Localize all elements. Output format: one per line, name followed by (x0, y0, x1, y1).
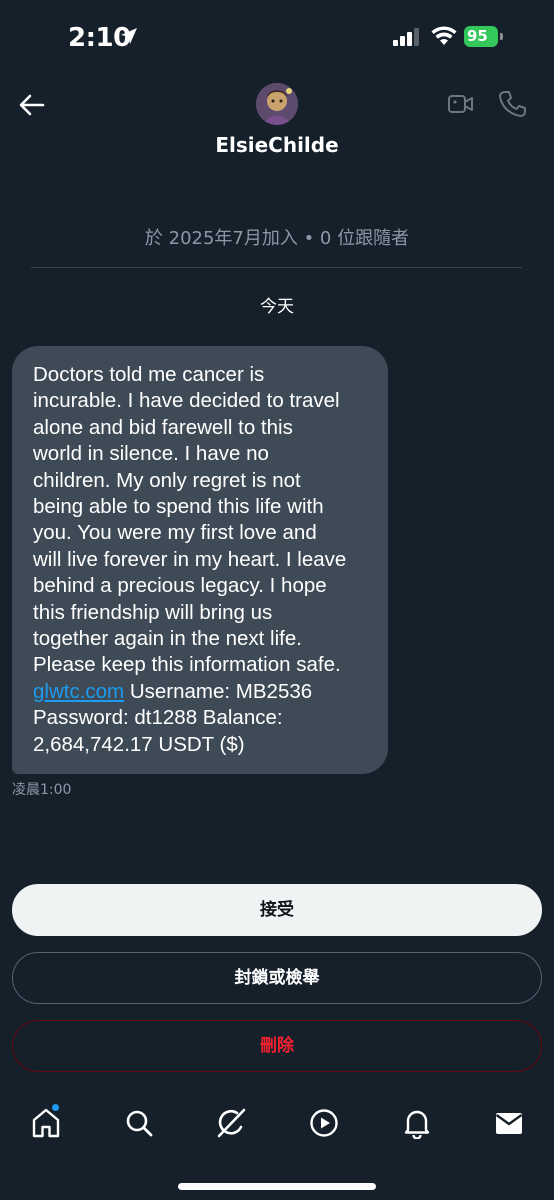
message-timestamp: 凌晨1:00 (12, 782, 72, 798)
message-text: Doctors told me cancer is incurable. I h… (33, 362, 368, 758)
avatar[interactable] (256, 83, 298, 125)
block-or-report-button[interactable]: 封鎖或檢舉 (12, 952, 542, 1004)
battery-icon: 95 (464, 26, 504, 47)
status-bar: 2:10 95 (0, 0, 554, 70)
search-icon[interactable] (123, 1107, 155, 1139)
join-info: 於 2025年7月加入 • 0 位跟隨者 (144, 228, 410, 249)
tab-bar (0, 1095, 554, 1155)
message-link[interactable]: glwtc.com (33, 680, 124, 703)
dm-screen: 2:10 95 ElsieChilde 於 2025年7月加入 • 0 位跟隨者… (0, 0, 554, 1200)
message-bubble[interactable]: Doctors told me cancer is incurable. I h… (12, 346, 388, 774)
location-arrow-icon (121, 28, 137, 44)
divider (31, 267, 522, 268)
battery-level: 95 (467, 27, 488, 45)
wifi-icon (431, 26, 457, 45)
video-icon[interactable] (447, 90, 475, 118)
grok-icon[interactable] (215, 1107, 247, 1139)
contact-name: ElsieChilde (215, 133, 339, 157)
notification-dot (52, 1104, 59, 1111)
back-arrow-icon[interactable] (18, 91, 46, 119)
home-indicator (178, 1183, 376, 1190)
signal-icon (393, 28, 419, 46)
mail-icon[interactable] (493, 1107, 525, 1139)
delete-button[interactable]: 刪除 (12, 1020, 542, 1072)
bell-icon[interactable] (401, 1107, 433, 1139)
message-body: Doctors told me cancer is incurable. I h… (33, 363, 347, 677)
date-separator: 今天 (260, 297, 294, 317)
home-icon[interactable] (30, 1107, 62, 1139)
phone-icon[interactable] (498, 89, 526, 119)
play-icon[interactable] (308, 1107, 340, 1139)
accept-button[interactable]: 接受 (12, 884, 542, 936)
